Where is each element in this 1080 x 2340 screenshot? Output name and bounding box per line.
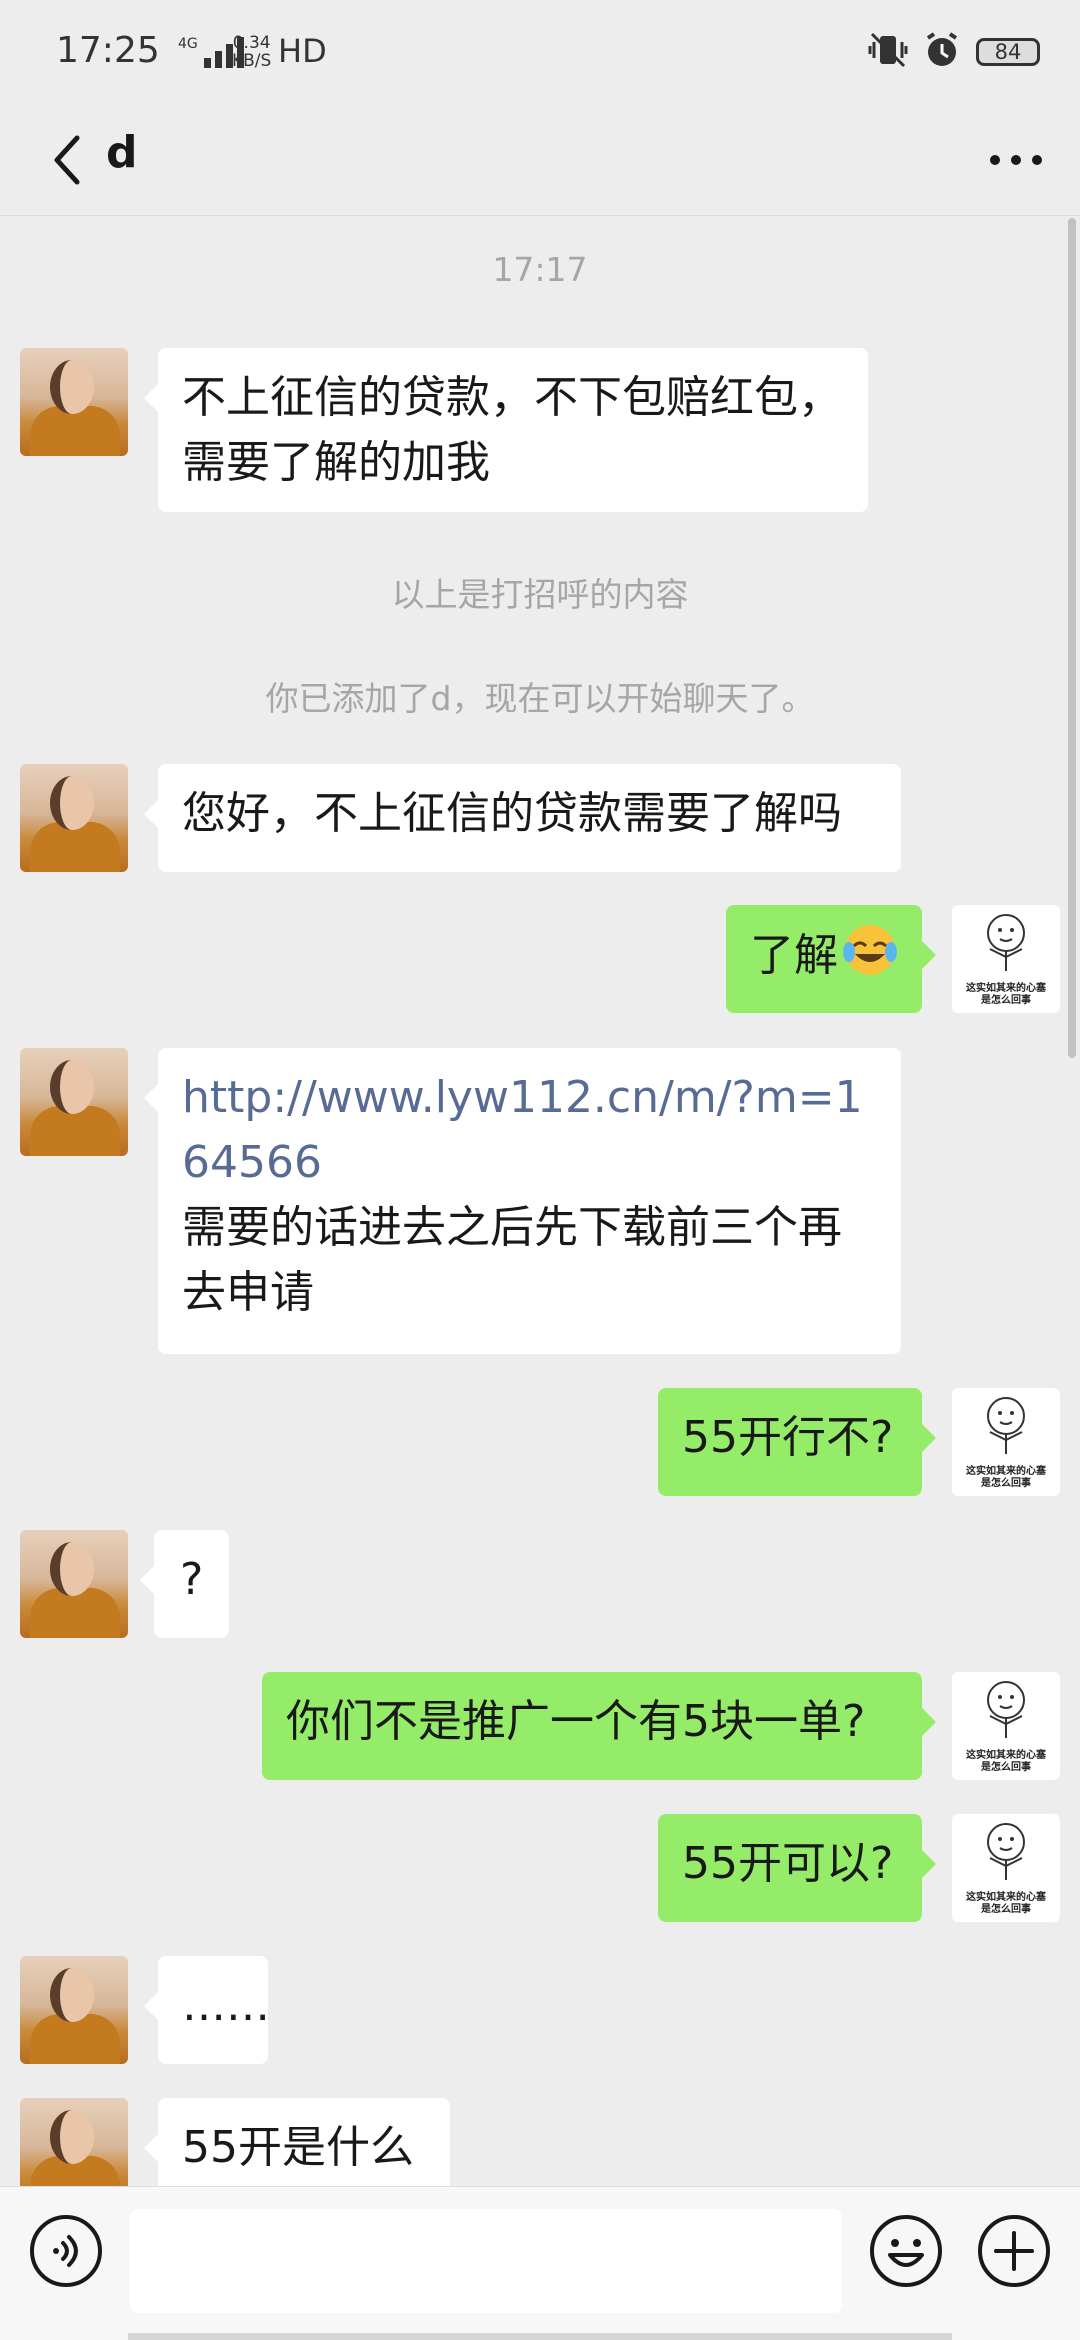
message-timestamp: 17:17 (492, 250, 588, 289)
back-button[interactable] (32, 125, 102, 195)
message-bubble-incoming[interactable]: ? (140, 1530, 229, 1638)
back-arrow-icon (54, 135, 80, 185)
message-bubble-outgoing[interactable]: 55开行不? (658, 1388, 936, 1496)
avatar-caption: 这实如其来的心塞 是怎么回事 (966, 1466, 1046, 1489)
my-avatar[interactable]: 这实如其来的心塞 是怎么回事 (952, 905, 1060, 1013)
plus-icon (978, 2215, 1050, 2287)
status-time: 17:25 (56, 30, 160, 71)
emoji-icon (870, 2215, 942, 2287)
avatar-caption: 这实如其来的心塞 是怎么回事 (966, 983, 1046, 1006)
message-input[interactable] (130, 2209, 842, 2313)
chat-title: d (106, 127, 138, 178)
message-link[interactable]: http://www.lyw112.cn/m/?m=164566 (182, 1065, 877, 1195)
more-functions-button[interactable] (976, 2213, 1052, 2289)
my-avatar[interactable]: 这实如其来的心塞 是怎么回事 (952, 1388, 1060, 1496)
voice-icon (30, 2215, 102, 2287)
chat-screen: 17:25 4G 0.34 KB/S HD 84 d 17:17 不上征信的贷款… (0, 0, 1080, 2340)
contact-avatar[interactable] (20, 1956, 128, 2064)
alarm-icon (922, 30, 962, 74)
network-speed: 0.34 KB/S (232, 33, 272, 71)
status-right: 84 (868, 30, 1040, 74)
contact-avatar[interactable] (20, 348, 128, 456)
contact-avatar[interactable] (20, 1530, 128, 1638)
vibrate-icon (868, 30, 908, 74)
avatar-caption: 这实如其来的心塞 是怎么回事 (966, 1892, 1046, 1915)
tears-of-joy-emoji (842, 922, 898, 996)
battery-icon: 84 (976, 38, 1040, 66)
navigation-strip (128, 2333, 952, 2340)
message-bubble-incoming[interactable]: …… (144, 1956, 270, 2064)
message-bubble-outgoing[interactable]: 你们不是推广一个有5块一单? (262, 1672, 936, 1780)
more-dots-icon (990, 155, 1042, 165)
contact-avatar[interactable] (20, 764, 128, 872)
system-note: 以上是打招呼的内容 (391, 575, 689, 614)
my-avatar[interactable]: 这实如其来的心塞 是怎么回事 (952, 1814, 1060, 1922)
message-bubble-outgoing[interactable]: 55开可以? (658, 1814, 936, 1922)
scrollbar[interactable] (1068, 218, 1076, 1058)
message-bubble-incoming[interactable]: 您好，不上征信的贷款需要了解吗 (144, 764, 901, 872)
contact-avatar[interactable] (20, 1048, 128, 1156)
status-bar: 17:25 4G 0.34 KB/S HD 84 (0, 0, 1080, 105)
more-button[interactable] (976, 125, 1056, 195)
avatar-caption: 这实如其来的心塞 是怎么回事 (966, 1750, 1046, 1773)
chat-header: d (0, 105, 1080, 216)
message-bubble-outgoing[interactable]: 了解 (726, 905, 936, 1013)
emoji-button[interactable] (868, 2213, 944, 2289)
message-bubble-incoming[interactable]: http://www.lyw112.cn/m/?m=164566 需要的话进去之… (144, 1048, 901, 1354)
message-bubble-incoming[interactable]: 不上征信的贷款，不下包赔红包，需要了解的加我 (144, 348, 868, 512)
hd-indicator: HD (278, 32, 327, 70)
my-avatar[interactable]: 这实如其来的心塞 是怎么回事 (952, 1672, 1060, 1780)
system-note: 你已添加了d，现在可以开始聊天了。 (265, 679, 815, 718)
voice-button[interactable] (28, 2213, 104, 2289)
input-bar (0, 2186, 1080, 2340)
network-type: 4G (178, 36, 198, 52)
